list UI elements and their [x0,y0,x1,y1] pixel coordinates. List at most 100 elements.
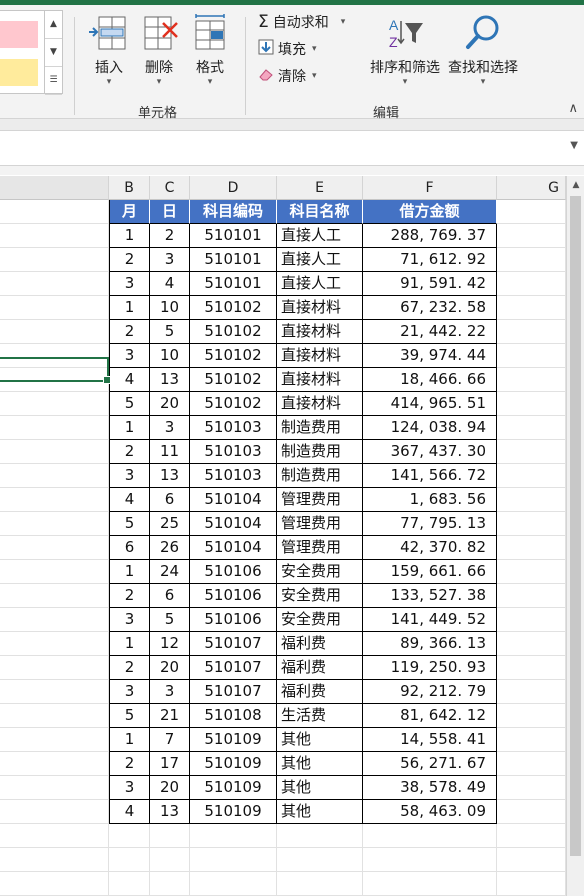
grid-cell[interactable] [497,296,566,320]
day-cell[interactable]: 17 [150,752,190,776]
grid-cell[interactable] [497,464,566,488]
month-cell[interactable]: 2 [109,584,150,608]
column-heading-day[interactable]: 日 [150,200,190,224]
account-name-cell[interactable]: 直接材料 [277,368,363,392]
grid-cell[interactable] [0,608,109,632]
debit-amount-cell[interactable]: 414, 965. 51 [363,392,497,416]
debit-amount-cell[interactable]: 81, 642. 12 [363,704,497,728]
debit-amount-cell[interactable]: 124, 038. 94 [363,416,497,440]
day-cell[interactable]: 3 [150,416,190,440]
account-code-cell[interactable]: 510101 [190,248,277,272]
day-cell[interactable]: 3 [150,248,190,272]
column-header-partial[interactable] [0,176,109,200]
grid-cell[interactable] [497,848,566,872]
debit-amount-cell[interactable]: 141, 566. 72 [363,464,497,488]
account-name-cell[interactable]: 管理费用 [277,488,363,512]
account-code-cell[interactable]: 510109 [190,728,277,752]
grid-cell[interactable] [0,848,109,872]
account-name-cell[interactable]: 直接人工 [277,272,363,296]
account-code-cell[interactable]: 510102 [190,344,277,368]
month-cell[interactable]: 3 [109,344,150,368]
column-heading-account-name[interactable]: 科目名称 [277,200,363,224]
month-cell[interactable]: 3 [109,776,150,800]
grid-cell[interactable] [363,848,497,872]
day-cell[interactable]: 5 [150,320,190,344]
grid-cell[interactable] [0,392,109,416]
column-header-g[interactable]: G [497,176,566,200]
expand-formula-bar-icon[interactable]: ▼ [570,140,578,151]
grid-cell[interactable] [497,416,566,440]
month-cell[interactable]: 3 [109,680,150,704]
column-header-e[interactable]: E [277,176,363,200]
account-name-cell[interactable]: 福利费 [277,656,363,680]
grid-cell[interactable] [497,368,566,392]
autosum-button[interactable]: Σ 自动求和 ▾ [258,11,345,33]
grid-cell[interactable] [497,536,566,560]
account-code-cell[interactable]: 510107 [190,632,277,656]
debit-amount-cell[interactable]: 21, 442. 22 [363,320,497,344]
scrollbar-thumb[interactable] [570,196,581,856]
grid-cell[interactable] [150,824,190,848]
grid-cell[interactable] [497,560,566,584]
debit-amount-cell[interactable]: 39, 974. 44 [363,344,497,368]
grid-cell[interactable] [109,872,150,896]
format-dropdown-icon[interactable]: ▾ [183,77,237,87]
day-cell[interactable]: 11 [150,440,190,464]
account-code-cell[interactable]: 510109 [190,776,277,800]
debit-amount-cell[interactable]: 1, 683. 56 [363,488,497,512]
grid-cell[interactable] [363,824,497,848]
month-cell[interactable]: 1 [109,728,150,752]
grid-cell[interactable] [0,200,109,224]
column-header-b[interactable]: B [109,176,150,200]
grid-cell[interactable] [190,872,277,896]
cell-styles-gallery[interactable]: ▲ ▼ ☰ [0,10,63,95]
day-cell[interactable]: 4 [150,272,190,296]
day-cell[interactable]: 20 [150,776,190,800]
grid-cell[interactable] [497,800,566,824]
grid-cell[interactable] [497,584,566,608]
account-name-cell[interactable]: 管理费用 [277,512,363,536]
grid-cell[interactable] [0,824,109,848]
grid-cell[interactable] [497,248,566,272]
account-code-cell[interactable]: 510108 [190,704,277,728]
column-header-d[interactable]: D [190,176,277,200]
day-cell[interactable]: 12 [150,632,190,656]
grid-cell[interactable] [497,776,566,800]
account-name-cell[interactable]: 制造费用 [277,416,363,440]
account-code-cell[interactable]: 510106 [190,560,277,584]
grid-cell[interactable] [277,848,363,872]
account-code-cell[interactable]: 510104 [190,488,277,512]
grid-cell[interactable] [0,632,109,656]
grid-cell[interactable] [497,392,566,416]
month-cell[interactable]: 1 [109,560,150,584]
account-name-cell[interactable]: 直接人工 [277,248,363,272]
debit-amount-cell[interactable]: 18, 466. 66 [363,368,497,392]
column-header-c[interactable]: C [150,176,190,200]
account-code-cell[interactable]: 510106 [190,608,277,632]
account-code-cell[interactable]: 510103 [190,464,277,488]
grid-cell[interactable] [0,416,109,440]
format-button[interactable]: 格式 ▾ [183,13,237,87]
month-cell[interactable]: 3 [109,608,150,632]
month-cell[interactable]: 4 [109,368,150,392]
grid-cell[interactable] [0,512,109,536]
account-code-cell[interactable]: 510102 [190,368,277,392]
grid-cell[interactable] [0,464,109,488]
account-name-cell[interactable]: 其他 [277,728,363,752]
account-name-cell[interactable]: 直接材料 [277,344,363,368]
column-header-f[interactable]: F [363,176,497,200]
account-code-cell[interactable]: 510109 [190,752,277,776]
grid-cell[interactable] [0,776,109,800]
account-name-cell[interactable]: 其他 [277,800,363,824]
grid-cell[interactable] [0,656,109,680]
account-code-cell[interactable]: 510106 [190,584,277,608]
grid-cell[interactable] [150,848,190,872]
grid-cell[interactable] [497,872,566,896]
account-name-cell[interactable]: 生活费 [277,704,363,728]
account-name-cell[interactable]: 直接人工 [277,224,363,248]
formula-bar[interactable]: ▼ [0,130,584,166]
grid-cell[interactable] [497,272,566,296]
gallery-more-icon[interactable]: ☰ [45,67,62,95]
day-cell[interactable]: 24 [150,560,190,584]
debit-amount-cell[interactable]: 91, 591. 42 [363,272,497,296]
